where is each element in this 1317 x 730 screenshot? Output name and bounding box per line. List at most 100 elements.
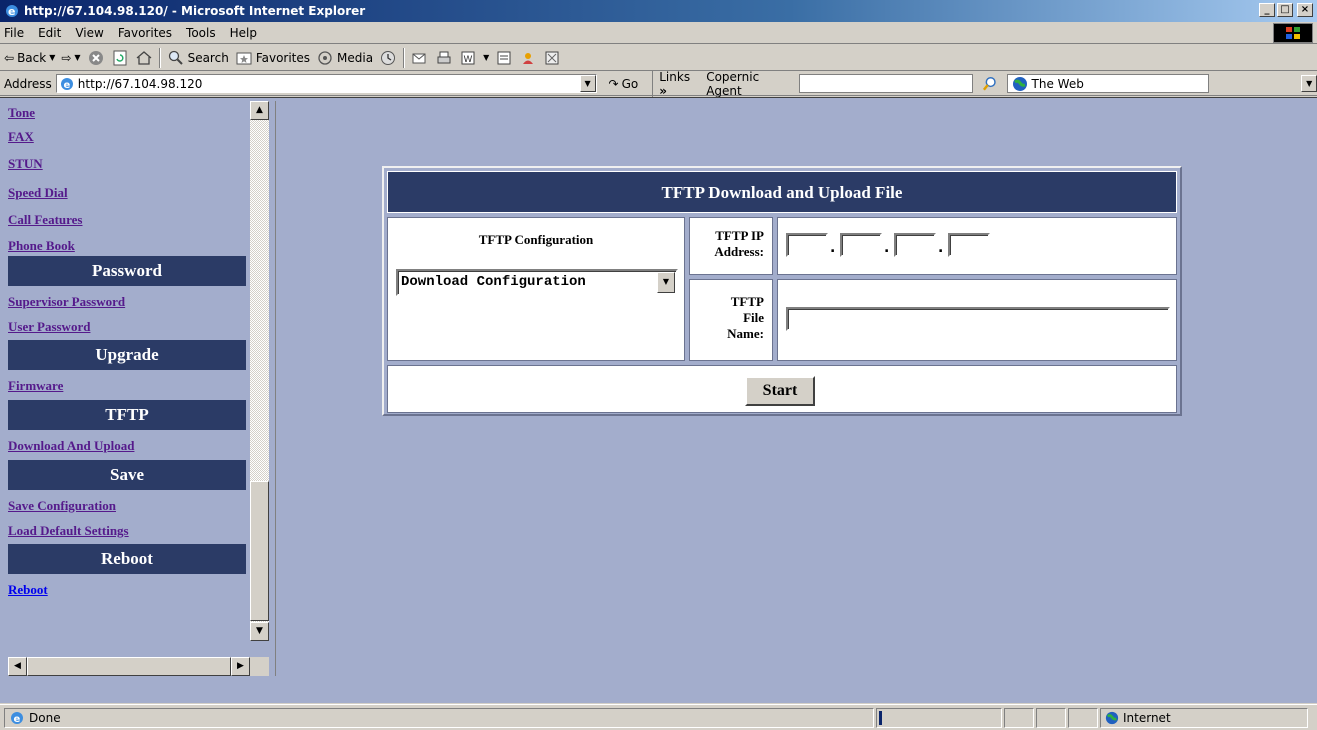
nav-link-firmware[interactable]: Firmware <box>8 371 246 399</box>
nav-link-speed-dial[interactable]: Speed Dial <box>8 179 246 206</box>
browser-content: Tone FAX STUN Speed Dial Call Features P… <box>0 97 1317 703</box>
media-button[interactable]: Media <box>316 49 373 67</box>
toolbar-separator <box>403 47 406 68</box>
refresh-icon[interactable] <box>111 49 129 67</box>
scroll-thumb-horizontal[interactable] <box>27 657 231 676</box>
menu-help[interactable]: Help <box>230 26 257 40</box>
status-pane <box>1036 707 1066 728</box>
links-button[interactable]: Links » <box>652 69 700 98</box>
left-nav-frame: Tone FAX STUN Speed Dial Call Features P… <box>4 101 276 676</box>
nav-link-download-and-upload[interactable]: Download And Upload <box>8 431 246 459</box>
chevron-down-icon: ▼ <box>74 53 81 62</box>
tftp-file-name-input[interactable] <box>786 307 1170 331</box>
svg-text:W: W <box>464 55 473 65</box>
ip-dot: . <box>884 240 890 256</box>
ip-dot: . <box>938 240 944 256</box>
nav-link-tone[interactable]: Tone <box>8 101 246 125</box>
nav-link-load-default-settings[interactable]: Load Default Settings <box>8 519 246 543</box>
address-dropdown-button[interactable]: ▼ <box>579 75 596 92</box>
scroll-down-button[interactable]: ▼ <box>250 622 269 641</box>
progress-indicator <box>879 710 882 725</box>
mail-icon[interactable] <box>411 49 429 67</box>
nav-section-password: Password <box>8 256 246 286</box>
nav-menu: Tone FAX STUN Speed Dial Call Features P… <box>8 101 246 603</box>
page-icon: e <box>60 77 73 91</box>
tftp-ip-label-line2: Address: <box>714 244 764 259</box>
tftp-config-select[interactable]: Download Configuration ▼ <box>396 269 678 296</box>
tftp-file-label-line1: TFTP <box>730 294 764 309</box>
tftp-config-cell: TFTP Configuration Download Configuratio… <box>387 217 685 361</box>
status-text: Done <box>29 710 61 725</box>
ip-octet-4-input[interactable] <box>948 233 990 257</box>
nav-link-supervisor-password[interactable]: Supervisor Password <box>8 287 246 315</box>
tftp-ip-cell: . . . <box>777 217 1177 275</box>
history-icon[interactable] <box>379 49 397 67</box>
close-button[interactable]: × <box>1297 3 1313 17</box>
discuss-icon[interactable] <box>495 49 513 67</box>
go-button[interactable]: ↷ Go <box>609 77 639 91</box>
ip-octet-1-input[interactable] <box>786 233 828 257</box>
menu-favorites[interactable]: Favorites <box>118 26 172 40</box>
edit-word-icon[interactable]: W <box>459 49 477 67</box>
nav-horizontal-scrollbar[interactable]: ◀ ▶ <box>8 657 250 676</box>
scroll-right-button[interactable]: ▶ <box>231 657 250 676</box>
stop-icon[interactable] <box>87 49 105 67</box>
svg-text:e: e <box>14 714 21 725</box>
chevron-down-icon: ▼ <box>49 53 56 62</box>
favorites-button[interactable]: Favorites <box>235 49 310 67</box>
copernic-search-input[interactable] <box>799 74 974 93</box>
messenger-icon[interactable] <box>519 49 537 67</box>
menu-file[interactable]: File <box>4 26 24 40</box>
nav-link-call-features[interactable]: Call Features <box>8 206 246 233</box>
toolbar: ⇦ Back ▼ ⇨ ▼ Search Favorites Media W ▼ <box>0 45 1317 71</box>
globe-icon <box>1012 76 1027 91</box>
scroll-up-button[interactable]: ▲ <box>250 101 269 120</box>
nav-link-phone-book[interactable]: Phone Book <box>8 233 246 255</box>
forward-arrow-icon: ⇨ <box>61 50 72 65</box>
back-arrow-icon: ⇦ <box>4 50 15 65</box>
forward-button[interactable]: ⇨ ▼ <box>61 51 80 65</box>
minimize-button[interactable]: _ <box>1259 3 1275 17</box>
nav-vertical-scrollbar[interactable]: ▲ ▼ <box>250 101 269 641</box>
search-button[interactable]: Search <box>167 49 229 67</box>
status-text-pane: e Done <box>4 707 874 728</box>
ip-octet-3-input[interactable] <box>894 233 936 257</box>
search-scope-dropdown-button[interactable]: ▼ <box>1301 75 1317 92</box>
scroll-thumb[interactable] <box>250 481 269 621</box>
nav-link-reboot[interactable]: Reboot <box>8 575 246 603</box>
ie-icon: e <box>6 5 18 18</box>
maximize-button[interactable]: □ <box>1277 3 1293 17</box>
ip-octet-2-input[interactable] <box>840 233 882 257</box>
nav-link-user-password[interactable]: User Password <box>8 315 246 339</box>
window-title-bar: e http://67.104.98.120/ - Microsoft Inte… <box>0 0 1317 22</box>
nav-link-stun[interactable]: STUN <box>8 149 246 179</box>
chevron-down-icon[interactable]: ▼ <box>483 53 489 62</box>
tftp-ip-label-line1: TFTP IP <box>715 228 764 243</box>
media-icon <box>318 50 332 65</box>
nav-link-fax[interactable]: FAX <box>8 125 246 149</box>
start-button[interactable]: Start <box>745 376 815 406</box>
chevron-down-icon[interactable]: ▼ <box>657 272 675 293</box>
back-button[interactable]: ⇦ Back ▼ <box>4 51 55 65</box>
search-scope-select[interactable]: The Web <box>1006 74 1210 93</box>
menu-edit[interactable]: Edit <box>38 26 61 40</box>
tftp-file-label-line3: Name: <box>727 326 764 341</box>
address-input[interactable]: e http://67.104.98.120 ▼ <box>55 74 597 93</box>
menu-view[interactable]: View <box>75 26 103 40</box>
nav-section-reboot: Reboot <box>8 544 246 574</box>
print-icon[interactable] <box>435 49 453 67</box>
nav-link-save-configuration[interactable]: Save Configuration <box>8 491 246 519</box>
security-zone-pane: Internet <box>1100 707 1308 728</box>
tools-icon[interactable] <box>543 49 561 67</box>
menu-tools[interactable]: Tools <box>186 26 216 40</box>
window-title: http://67.104.98.120/ - Microsoft Intern… <box>24 4 366 18</box>
search-icon[interactable] <box>981 75 998 93</box>
toolbar-separator <box>158 47 161 68</box>
tftp-file-cell <box>777 279 1177 361</box>
svg-text:e: e <box>8 5 15 18</box>
scroll-left-button[interactable]: ◀ <box>8 657 27 676</box>
tftp-panel-title: TFTP Download and Upload File <box>387 171 1177 213</box>
svg-text:e: e <box>63 80 70 91</box>
home-icon[interactable] <box>135 49 153 67</box>
windows-logo-icon <box>1273 23 1313 43</box>
